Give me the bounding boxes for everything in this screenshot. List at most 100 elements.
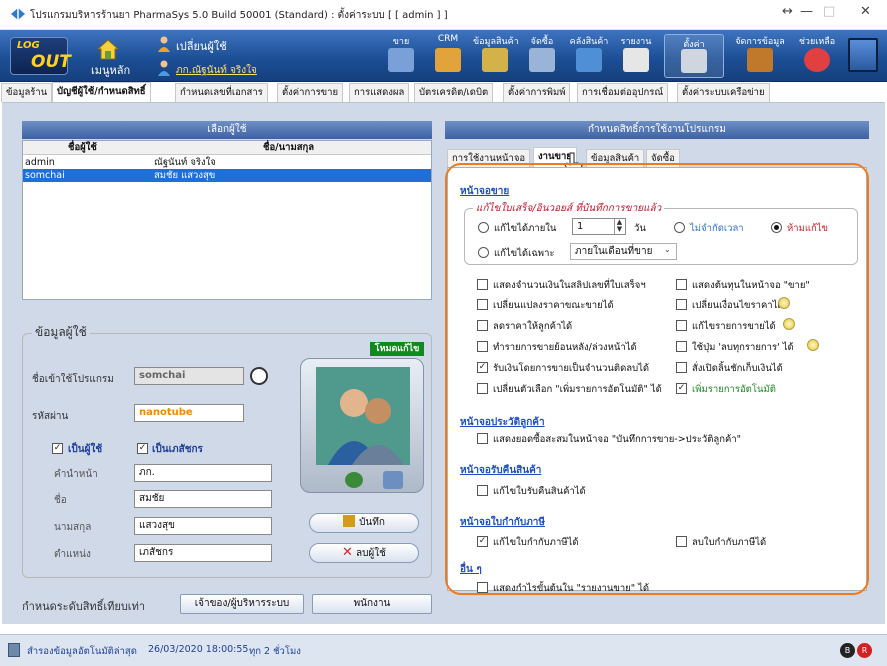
purchase-module-button[interactable]: จัดซื้อ (520, 30, 564, 82)
info-icon[interactable] (783, 318, 795, 330)
edit-return-label: แก้ไขใบรับคืนสินค้าได้ (493, 486, 586, 497)
edit-return-checkbox[interactable] (477, 485, 488, 496)
no-edit-radio[interactable] (771, 222, 782, 233)
tab-sale-settings[interactable]: ตั้งค่าการขาย (277, 83, 344, 102)
photo-gallery-icon[interactable] (345, 472, 363, 488)
table-header: ชื่อผู้ใช้ ชื่อ/นามสกุล (23, 141, 431, 155)
table-row[interactable]: admin ณัฐนันท์ จริงใจ (23, 156, 431, 169)
prefix-field[interactable]: ภก. (134, 464, 272, 482)
days-spinner-icon[interactable]: ▲ ▼ (614, 219, 624, 234)
app-logo-icon (11, 8, 25, 20)
edit-sale-items-label: แก้ไขรายการขายได้ (692, 321, 776, 332)
show-cumulative-label: แสดงยอดซื้อสะสมในหน้าจอ "บันทึกการขาย->ป… (493, 434, 742, 445)
tab-credit-debit[interactable]: บัตรเครดิต/เดบิต (414, 83, 494, 102)
product-data-module-button[interactable]: ข้อมูลสินค้า (473, 30, 519, 82)
user-info-legend: ข้อมูลผู้ใช้ (32, 323, 90, 342)
tab-print-settings[interactable]: ตั้งค่าการพิมพ์ (503, 83, 571, 102)
info-icon[interactable] (807, 339, 819, 351)
open-drawer-checkbox[interactable] (676, 362, 687, 373)
main-menu-button[interactable]: เมนูหลัก (91, 61, 130, 79)
show-amount-checkbox[interactable] (477, 279, 488, 290)
show-cumulative-checkbox[interactable] (477, 433, 488, 444)
last-name-field[interactable]: แสวงสุข (134, 517, 272, 535)
backup-time: 26/03/2020 18:00:55 (148, 644, 249, 655)
change-auto-add-checkbox[interactable] (477, 383, 488, 394)
column-header-username: ชื่อผู้ใช้ (68, 142, 97, 153)
close-icon[interactable]: ✕ (860, 4, 871, 19)
backup-interval: ทุก 2 ชั่วโมง (249, 646, 301, 657)
change-login-icon[interactable] (250, 367, 268, 385)
change-price-checkbox[interactable] (477, 299, 488, 310)
auto-add-item-checkbox[interactable]: ✓ (676, 383, 687, 394)
tab-user-accounts[interactable]: บัญชีผู้ใช้/กำหนดสิทธิ์ (52, 82, 151, 102)
change-user-button[interactable]: เปลี่ยนผู้ใช้ (176, 37, 227, 55)
delete-all-button-checkbox[interactable] (676, 341, 687, 352)
tab-network-settings[interactable]: ตั้งค่าระบบเครือข่าย (677, 83, 770, 102)
restore-arrows-icon[interactable]: ↔ (782, 4, 793, 19)
data-management-module-button[interactable]: จัดการข้อมูล (731, 30, 789, 82)
minimize-icon[interactable]: — (800, 4, 813, 19)
permission-level-label: กำหนดระดับสิทธิ์เทียบเท่า (22, 600, 145, 613)
delete-label: ลบผู้ใช้ (355, 548, 386, 559)
camera-icon[interactable] (383, 471, 403, 489)
tools-icon (681, 49, 707, 73)
edit-tax-invoice-label: แก้ไขใบกำกับภาษีได้ (493, 537, 579, 548)
edit-within-radio[interactable] (478, 222, 489, 233)
change-auto-add-label: เปลี่ยนตัวเลือก "เพิ่มรายการอัตโนมัติ" ไ… (493, 384, 662, 395)
current-user-link[interactable]: ภก.ณัฐนันท์ จริงใจ (176, 63, 257, 78)
report-label: รายงาน (620, 37, 652, 47)
select-chevron-icon[interactable]: ⌄ (664, 245, 671, 254)
row-fullname: ณัฐนันท์ จริงใจ (154, 157, 216, 168)
crm-module-button[interactable]: CRM (426, 30, 470, 82)
select-user-header: เลือกผู้ใช้ (22, 121, 432, 139)
help-module-button[interactable]: ช่วยเหลือ (792, 30, 842, 82)
edit-within-label: แก้ไขได้ภายใน (494, 223, 557, 234)
table-row-selected[interactable]: somchai สมชัย แสวงสุข (23, 169, 431, 182)
is-user-checkbox[interactable]: ✓ (52, 443, 63, 454)
negative-sale-checkbox[interactable]: ✓ (477, 362, 488, 373)
no-limit-radio[interactable] (674, 222, 685, 233)
no-edit-label: ห้ามแก้ไข (787, 223, 829, 234)
save-button[interactable]: บันทึก (309, 513, 419, 533)
info-icon[interactable] (778, 297, 790, 309)
tab-device-connection[interactable]: การเชื่อมต่ออุปกรณ์ (577, 83, 669, 102)
logout-button[interactable]: LOG OUT (10, 37, 71, 75)
show-gross-profit-checkbox[interactable] (477, 582, 488, 593)
sale-module-button[interactable]: ขาย (379, 30, 423, 82)
first-name-field[interactable]: สมชัย (134, 490, 272, 508)
purchase-label: จัดซื้อ (530, 37, 554, 47)
warehouse-module-button[interactable]: คลังสินค้า (567, 30, 611, 82)
edit-only-select[interactable]: ภายในเดือนที่ขาย (570, 243, 677, 260)
backdate-sale-checkbox[interactable] (477, 341, 488, 352)
settings-module-button[interactable]: ตั้งค่า (664, 34, 724, 78)
maximize-icon[interactable]: □ (823, 4, 835, 19)
edit-tax-invoice-checkbox[interactable]: ✓ (477, 536, 488, 547)
delete-tax-invoice-checkbox[interactable] (676, 536, 687, 547)
exit-window-icon[interactable] (848, 38, 878, 72)
password-field[interactable]: nanotube (134, 404, 244, 422)
tab-document-numbers[interactable]: กำหนดเลขที่เอกสาร (175, 83, 268, 102)
status-bar: สำรองข้อมูลอัตโนมัติล่าสุด 26/03/2020 18… (0, 634, 887, 666)
report-module-button[interactable]: รายงาน (614, 30, 658, 82)
is-pharmacist-checkbox[interactable]: ✓ (137, 443, 148, 454)
position-field[interactable]: เภสัชกร (134, 544, 272, 562)
discount-checkbox[interactable] (477, 320, 488, 331)
user-icon (158, 36, 170, 52)
show-cost-label: แสดงต้นทุนในหน้าจอ "ขาย" (692, 280, 810, 291)
backup-label: สำรองข้อมูลอัตโนมัติล่าสุด (27, 646, 137, 657)
staff-button[interactable]: พนักงาน (312, 594, 432, 614)
column-header-fullname: ชื่อ/นามสกุล (263, 142, 315, 153)
delete-user-button[interactable]: ✕ ลบผู้ใช้ (309, 543, 419, 563)
open-drawer-label: สั่งเปิดลิ้นชักเก็บเงินได้ (692, 363, 783, 374)
tab-shop-info[interactable]: ข้อมูลร้าน (1, 83, 53, 102)
edit-sale-items-checkbox[interactable] (676, 320, 687, 331)
owner-admin-button[interactable]: เจ้าของ/ผู้บริหารระบบ (180, 594, 304, 614)
permission-header: กำหนดสิทธิ์การใช้งานโปรแกรม (445, 121, 869, 139)
tab-display[interactable]: การแสดงผล (349, 83, 410, 102)
show-cost-checkbox[interactable] (676, 279, 687, 290)
report-chart-icon (623, 48, 649, 72)
edit-only-radio[interactable] (478, 247, 489, 258)
home-icon[interactable] (96, 38, 120, 60)
change-price-condition-checkbox[interactable] (676, 299, 687, 310)
login-name-field[interactable]: somchai (134, 367, 244, 385)
